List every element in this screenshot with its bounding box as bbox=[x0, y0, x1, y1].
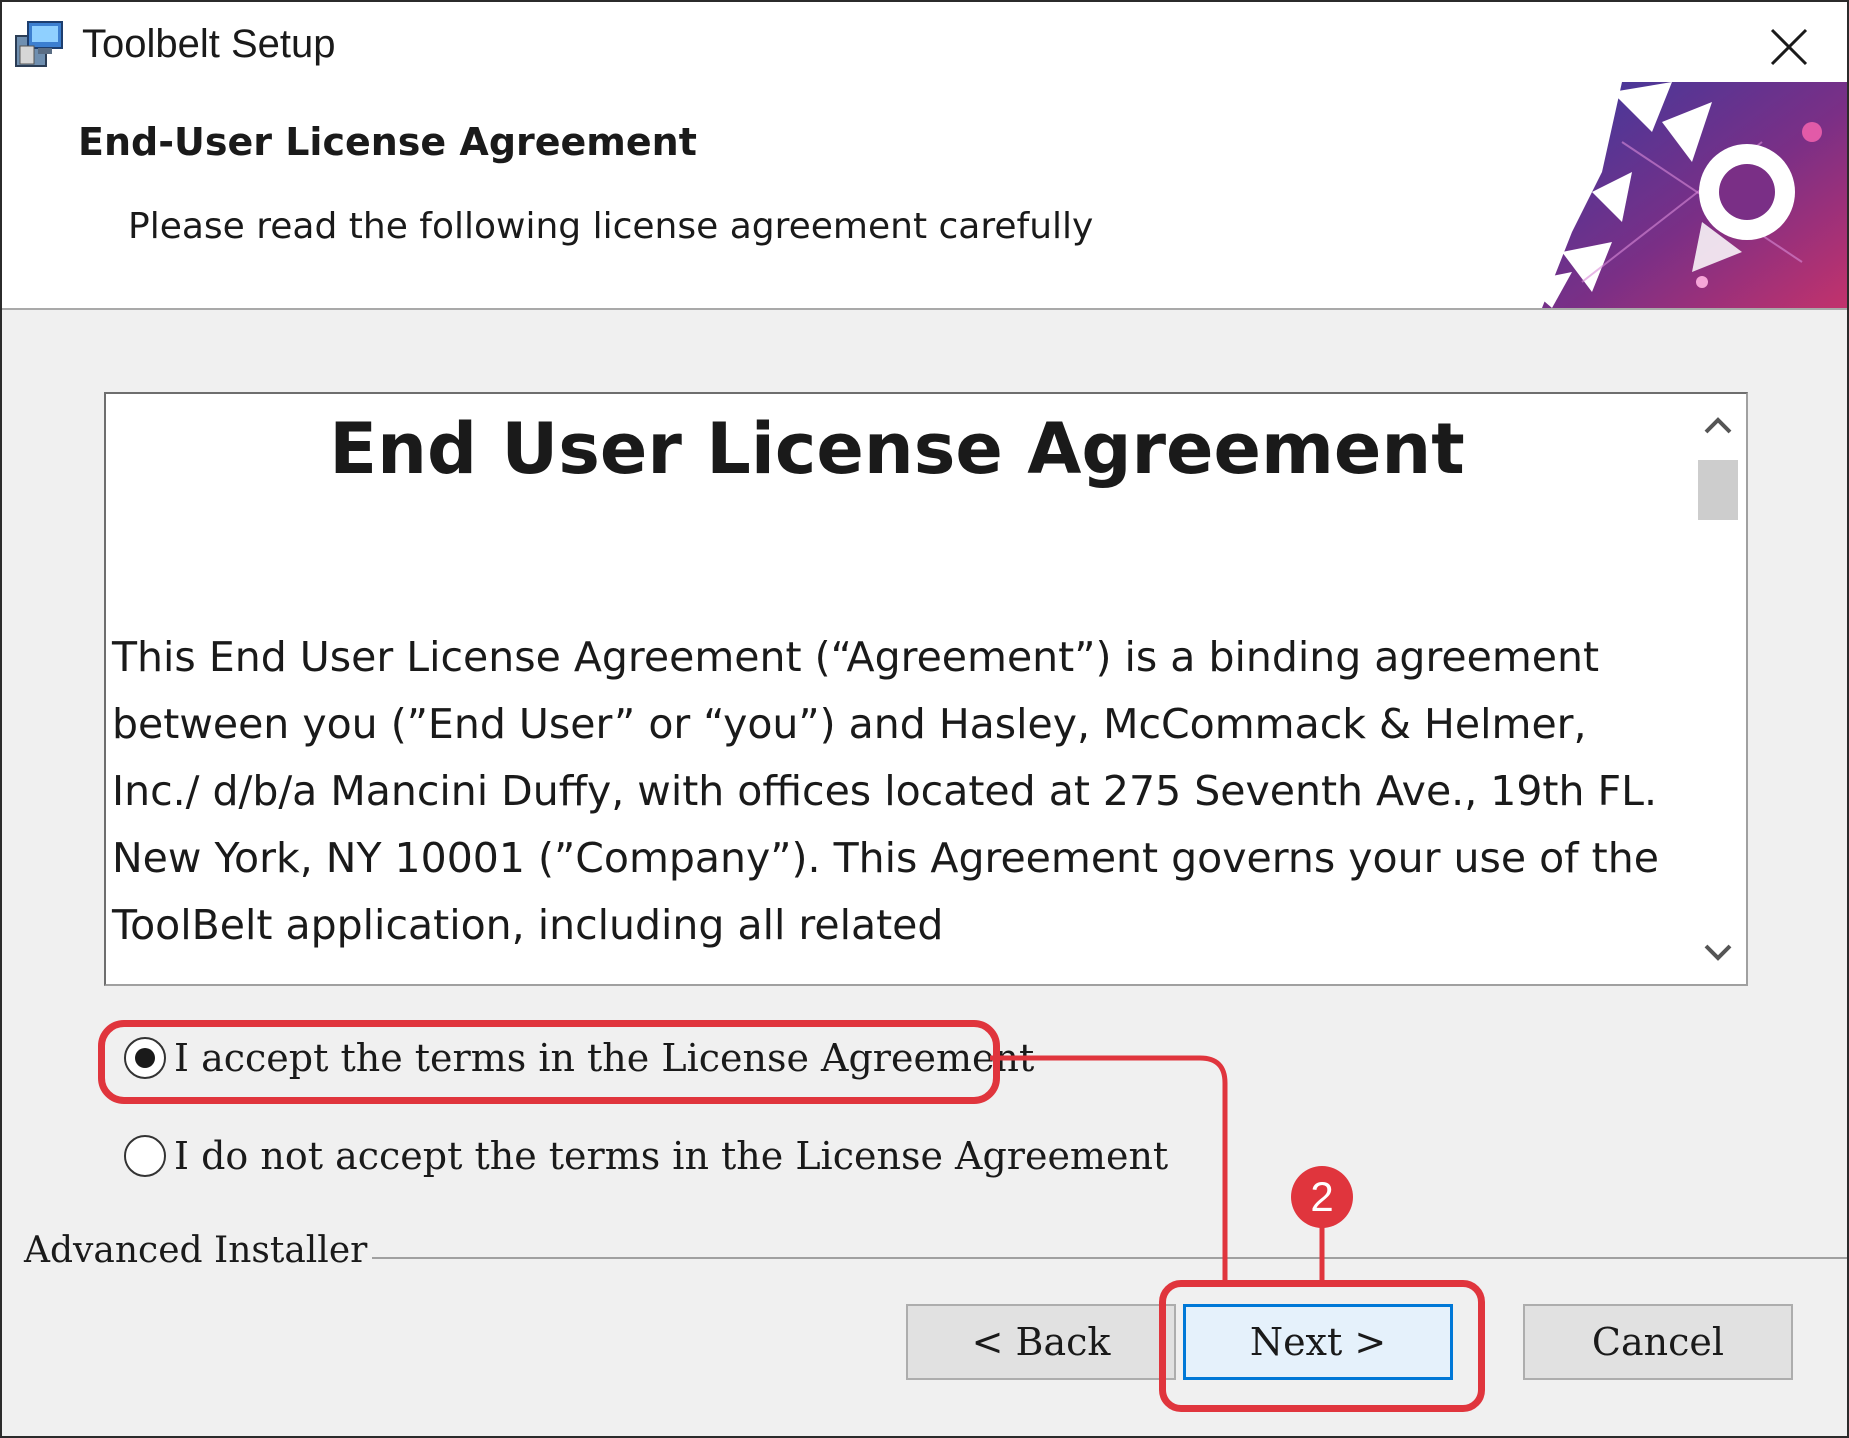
close-icon[interactable] bbox=[1762, 20, 1816, 74]
scroll-up-arrow-icon[interactable] bbox=[1690, 400, 1746, 452]
decline-radio-button[interactable] bbox=[124, 1135, 166, 1177]
footer-divider bbox=[372, 1257, 1847, 1259]
back-button[interactable]: < Back bbox=[906, 1304, 1176, 1380]
page-subtitle: Please read the following license agreem… bbox=[128, 206, 1094, 247]
installer-app-icon bbox=[15, 21, 63, 67]
decline-radio-label[interactable]: I do not accept the terms in the License… bbox=[174, 1134, 1168, 1178]
accept-highlight-annotation bbox=[98, 1020, 1000, 1104]
header-panel: Toolbelt Setup End-User License Agreemen… bbox=[2, 2, 1847, 310]
setup-window: Toolbelt Setup End-User License Agreemen… bbox=[0, 0, 1849, 1438]
license-body-text: This End User License Agreement (“Agreem… bbox=[112, 633, 1659, 949]
step-number-badge: 2 bbox=[1291, 1166, 1353, 1228]
banner-graphic bbox=[1522, 82, 1847, 308]
license-scrollbar[interactable] bbox=[1690, 394, 1746, 984]
window-title: Toolbelt Setup bbox=[82, 22, 336, 66]
decline-terms-radio[interactable]: I do not accept the terms in the License… bbox=[124, 1126, 1168, 1186]
scrollbar-thumb[interactable] bbox=[1698, 460, 1738, 520]
advanced-installer-label: Advanced Installer bbox=[24, 1230, 368, 1271]
license-heading: End User License Agreement bbox=[329, 408, 1465, 490]
scroll-down-arrow-icon[interactable] bbox=[1690, 926, 1746, 978]
page-title: End-User License Agreement bbox=[78, 120, 697, 164]
next-highlight-annotation bbox=[1159, 1280, 1485, 1412]
license-text-box[interactable]: End User License Agreement This End User… bbox=[104, 392, 1748, 986]
cancel-button[interactable]: Cancel bbox=[1523, 1304, 1793, 1380]
license-content: End User License Agreement This End User… bbox=[112, 404, 1682, 959]
